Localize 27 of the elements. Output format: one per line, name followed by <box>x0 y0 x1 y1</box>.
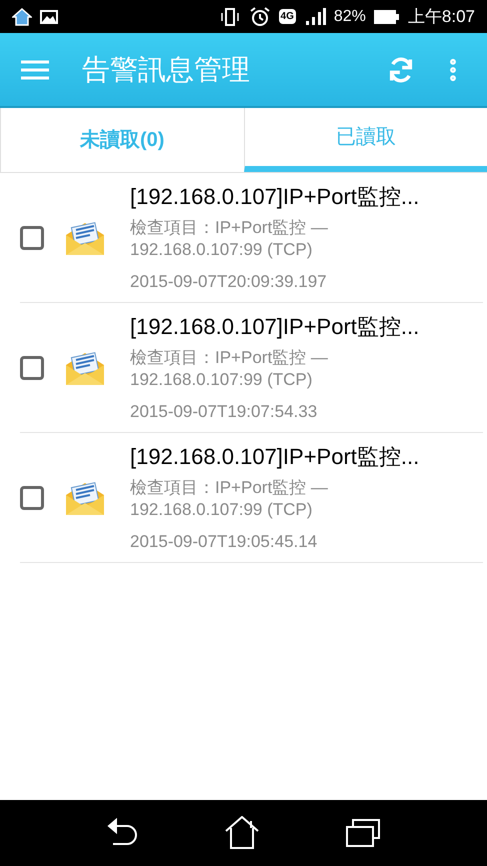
message-title: [192.168.0.107]IP+Port監控... <box>130 313 420 342</box>
battery-percent: 82% <box>334 6 366 26</box>
message-detail: 檢查項目：IP+Port監控 — 192.168.0.107:99 (TCP) <box>130 477 329 522</box>
message-detail: 檢查項目：IP+Port監控 — 192.168.0.107:99 (TCP) <box>130 347 329 392</box>
alarm-icon <box>248 6 271 28</box>
home-icon <box>12 8 32 26</box>
message-time: 2015-09-07T20:09:39.197 <box>130 271 328 294</box>
clock: 上午8:07 <box>408 6 475 28</box>
back-icon[interactable] <box>106 818 139 848</box>
checkbox[interactable] <box>20 226 44 250</box>
message-time: 2015-09-07T19:05:45.14 <box>130 531 318 554</box>
tab[interactable]: 已讀取 <box>244 108 487 172</box>
checkbox[interactable] <box>20 486 44 510</box>
message-title: [192.168.0.107]IP+Port監控... <box>130 443 420 472</box>
message-time: 2015-09-07T19:07:54.33 <box>130 401 318 424</box>
checkbox[interactable] <box>20 356 44 380</box>
battery-icon <box>374 8 400 24</box>
vibrate-icon <box>218 6 241 26</box>
recent-apps-icon[interactable] <box>346 818 380 848</box>
tab[interactable]: 未讀取(0) <box>0 108 244 172</box>
image-icon <box>40 10 58 24</box>
home-icon[interactable] <box>224 816 260 850</box>
network-label: 4G <box>278 9 296 24</box>
signal-icon <box>304 8 326 26</box>
message-title: [192.168.0.107]IP+Port監控... <box>130 183 420 212</box>
message-detail: 檢查項目：IP+Port監控 — 192.168.0.107:99 (TCP) <box>130 217 329 262</box>
app-title: 告警訊息管理 <box>82 52 251 86</box>
